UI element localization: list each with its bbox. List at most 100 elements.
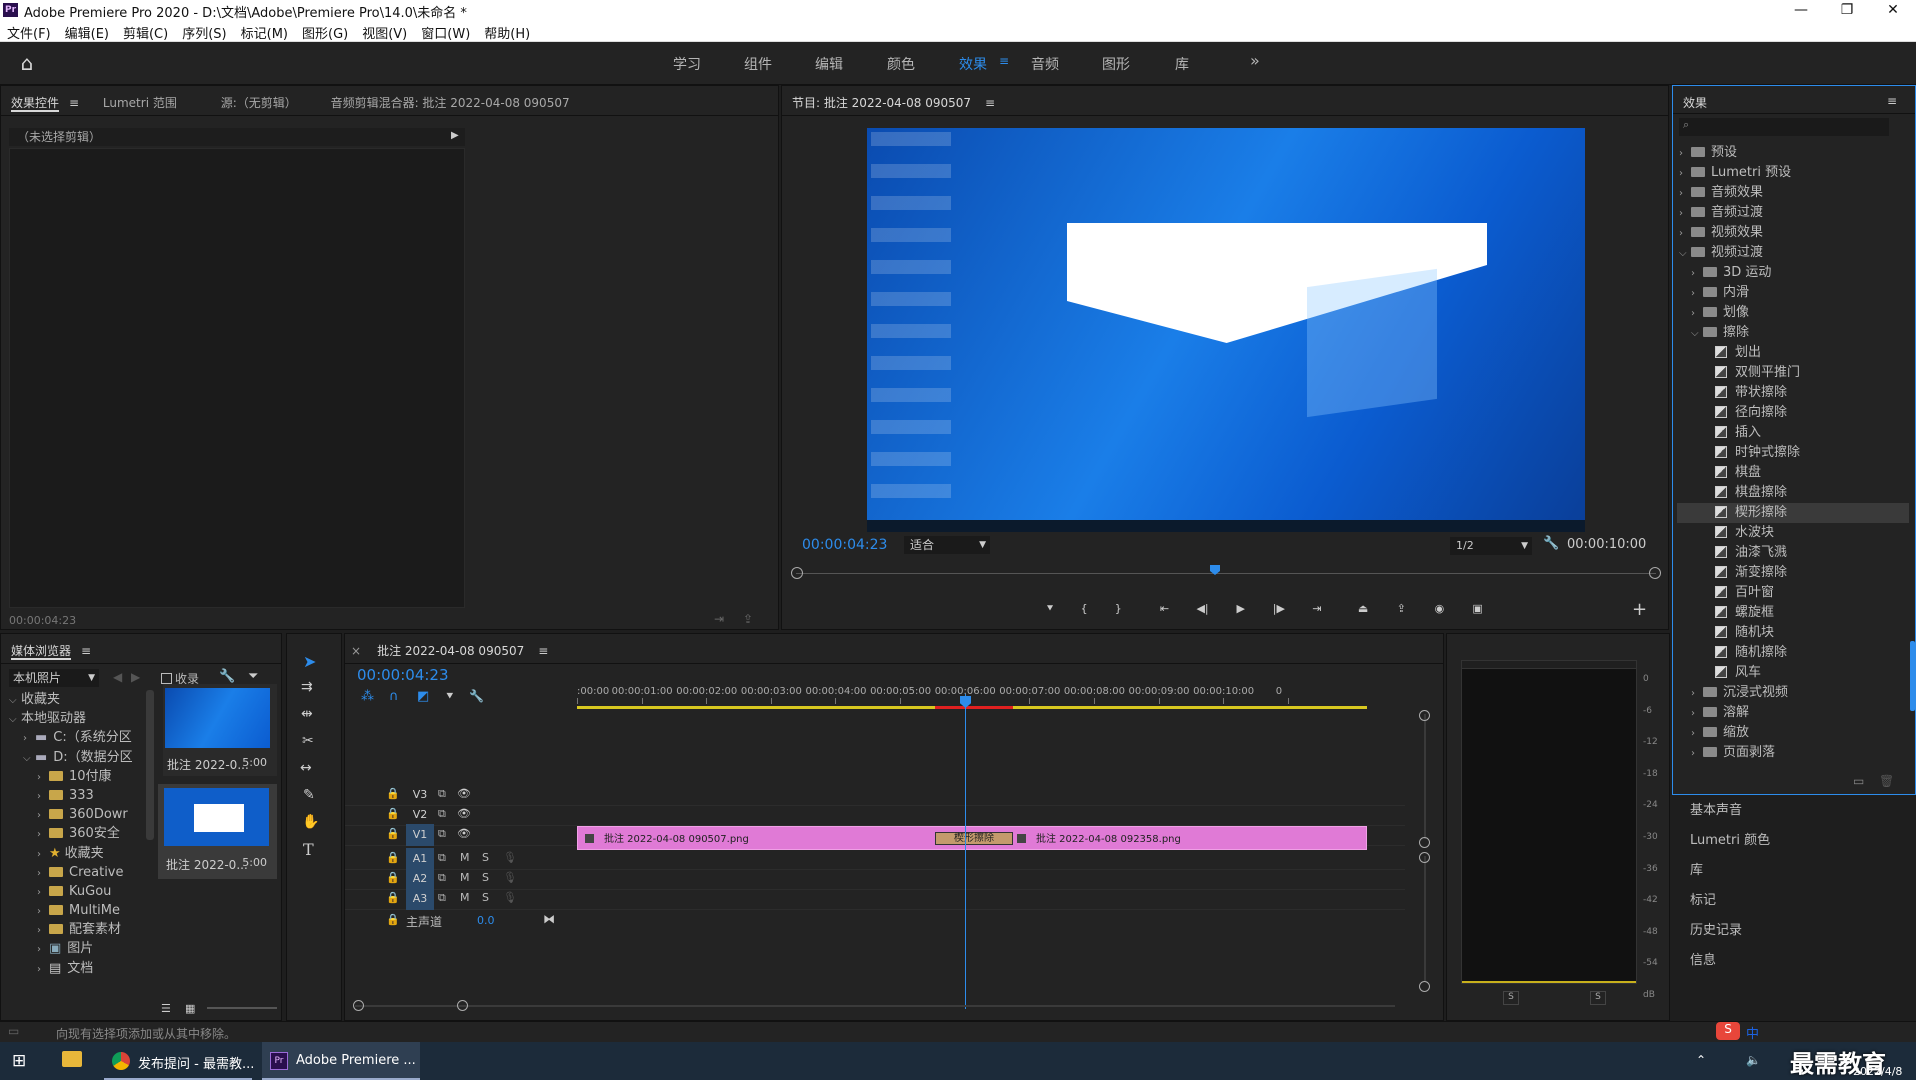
master-volume-value[interactable]: 0.0 [477, 914, 495, 927]
workspace-editing[interactable]: 编辑 [815, 54, 843, 74]
tab-source[interactable]: 源:（无剪辑） [191, 86, 307, 111]
media-thumb-1[interactable]: 批注 2022-0... 5:00 [163, 684, 277, 776]
track-label[interactable]: A2 [406, 868, 434, 890]
video-v-scrollbar[interactable] [1424, 714, 1426, 839]
lock-track-icon[interactable]: 🔒 [386, 851, 400, 864]
sync-lock-icon[interactable]: ⧉ [438, 871, 446, 885]
sync-lock-icon[interactable]: ⧉ [438, 891, 446, 905]
voice-over-mic-icon[interactable]: 🎙 [503, 871, 517, 884]
forward-arrow-icon[interactable]: ▶ [131, 670, 140, 684]
solo-right-button[interactable]: S [1590, 991, 1606, 1005]
lumetri-color-panel[interactable]: Lumetri 颜色 [1690, 829, 1770, 848]
workspace-libraries[interactable]: 库 [1175, 54, 1189, 74]
tab-audio-clip-mixer[interactable]: 音频剪辑混合器: 批注 2022-04-08 090507 [311, 86, 580, 111]
scrubber-start-handle[interactable] [791, 567, 803, 579]
media-tree-item[interactable]: › ★ 收藏夹 [7, 844, 147, 863]
clip-1[interactable]: 批注 2022-04-08 090507.png [585, 830, 749, 845]
menu-edit[interactable]: 编辑(E) [58, 20, 116, 42]
export-frame-icon[interactable]: ⇥ [714, 612, 724, 626]
solo-left-button[interactable]: S [1503, 991, 1519, 1005]
h-scroll-right-handle[interactable] [457, 1000, 468, 1011]
sync-lock-icon[interactable]: ⧉ [438, 851, 446, 865]
razor-tool-icon[interactable]: ✂ [302, 733, 314, 749]
lock-track-icon[interactable]: 🔒 [386, 891, 400, 904]
chevron-right-icon[interactable]: › [1691, 284, 1703, 304]
tab-effect-controls[interactable]: 效果控件 [1, 86, 69, 112]
timeline-timecode[interactable]: 00:00:04:23 [357, 666, 449, 684]
chevron-right-icon[interactable]: › [1691, 744, 1703, 764]
h-scroll-left-handle[interactable] [353, 1000, 364, 1011]
info-panel[interactable]: 信息 [1690, 949, 1716, 968]
comparison-view-icon[interactable]: ▣ [1464, 599, 1492, 619]
chevron-right-icon[interactable]: › [1679, 224, 1691, 244]
timeline-playhead-line[interactable] [965, 694, 966, 1009]
effects-tree-item[interactable]: 随机擦除 [1677, 643, 1909, 663]
workspace-graphics[interactable]: 图形 [1102, 54, 1130, 74]
track-label[interactable]: A1 [406, 848, 434, 870]
extract-icon[interactable]: ⇪ [1387, 599, 1415, 619]
chevron-right-icon[interactable]: › [1691, 264, 1703, 284]
tree-scrollbar[interactable] [146, 690, 154, 840]
close-sequence-icon[interactable]: × [345, 636, 371, 658]
chevron-down-icon[interactable]: ⌵ [1691, 324, 1703, 344]
video-scroll-bottom-handle[interactable] [1419, 837, 1430, 848]
sequence-tab[interactable]: 批注 2022-04-08 090507 [371, 634, 534, 659]
effects-tree-item[interactable]: 百叶窗 [1677, 583, 1909, 603]
maximize-button[interactable]: ❐ [1824, 0, 1870, 20]
step-forward-icon[interactable]: |▶ [1265, 599, 1293, 619]
time-ruler[interactable]: :00:00 00:00:01:00 00:00:02:00 00:00:03:00 0… [577, 680, 1375, 704]
hand-tool-icon[interactable]: ✋ [302, 814, 319, 830]
workspace-learn[interactable]: 学习 [673, 54, 701, 74]
home-icon[interactable]: ⌂ [16, 52, 38, 74]
effects-tree-item[interactable]: 渐变擦除 [1677, 563, 1909, 583]
media-tree-item[interactable]: › 360Dowr [7, 805, 147, 824]
media-tree-item[interactable]: › ▣ 图片 [7, 939, 147, 958]
effects-tree-item[interactable]: › 缩放 [1677, 723, 1909, 743]
media-tree-item[interactable]: ⌵ 收藏夹 [7, 690, 147, 709]
effects-tree-item[interactable]: 双侧平推门 [1677, 363, 1909, 383]
workspace-color[interactable]: 颜色 [887, 54, 915, 74]
media-tree-item[interactable]: › KuGou [7, 882, 147, 901]
libraries-panel[interactable]: 库 [1690, 859, 1703, 878]
wedge-wipe-transition[interactable]: 楔形擦除 [935, 832, 1013, 845]
audio-scroll-bottom-handle[interactable] [1419, 981, 1430, 992]
chevron-right-icon[interactable]: › [1679, 144, 1691, 164]
effects-tree-item[interactable]: ⌵ 擦除 [1677, 323, 1909, 343]
effects-tree-item[interactable]: › Lumetri 预设 [1677, 163, 1909, 183]
track-label[interactable]: V3 [406, 784, 434, 806]
menu-markers[interactable]: 标记(M) [234, 20, 295, 42]
mute-button[interactable]: M [460, 891, 470, 904]
taskbar-premiere-button[interactable]: Pr Adobe Premiere ... [262, 1042, 420, 1080]
media-tree-item[interactable]: › ▬ C:（系统分区 [7, 728, 147, 747]
chevron-right-icon[interactable]: › [37, 921, 49, 940]
voice-over-mic-icon[interactable]: 🎙 [503, 851, 517, 864]
filter-icon[interactable]: ⏷ [248, 669, 258, 684]
resolution-select[interactable]: 1/2 ▼ [1450, 537, 1532, 555]
media-tree-item[interactable]: › 333 [7, 786, 147, 805]
program-timecode[interactable]: 00:00:04:23 [802, 537, 887, 553]
workspace-more-button[interactable]: » [1250, 51, 1260, 70]
effects-tree-item[interactable]: › 3D 运动 [1677, 263, 1909, 283]
effects-tree-item[interactable]: › 页面剥落 [1677, 743, 1909, 763]
add-edit-icon[interactable]: ◩ [417, 689, 429, 704]
chevron-right-icon[interactable]: › [1679, 184, 1691, 204]
effects-search-input[interactable]: ⌕ [1679, 118, 1889, 136]
track-label[interactable]: A3 [406, 888, 434, 910]
chevron-right-icon[interactable]: › [37, 768, 49, 787]
effects-tree-item[interactable]: 插入 [1677, 423, 1909, 443]
share-icon[interactable]: ⇪ [743, 612, 753, 626]
list-view-icon[interactable]: ☰ [161, 1002, 171, 1015]
volume-icon[interactable]: 🔈 [1746, 1053, 1761, 1067]
effects-tree-item[interactable]: 水波块 [1677, 523, 1909, 543]
timeline-h-scrollbar[interactable] [355, 1005, 1395, 1007]
close-button[interactable]: ✕ [1870, 0, 1916, 20]
workspace-assembly[interactable]: 组件 [744, 54, 772, 74]
chevron-right-icon[interactable]: › [1691, 684, 1703, 704]
menu-file[interactable]: 文件(F) [0, 20, 58, 42]
taskbar-chrome-button[interactable]: 发布提问 - 最需教... [104, 1042, 256, 1080]
chevron-right-icon[interactable]: › [1691, 724, 1703, 744]
effects-tree-item[interactable]: 随机块 [1677, 623, 1909, 643]
sogou-ime-icon[interactable]: S [1716, 1022, 1740, 1040]
back-arrow-icon[interactable]: ◀ [113, 670, 122, 684]
effects-tree-item[interactable]: › 溶解 [1677, 703, 1909, 723]
